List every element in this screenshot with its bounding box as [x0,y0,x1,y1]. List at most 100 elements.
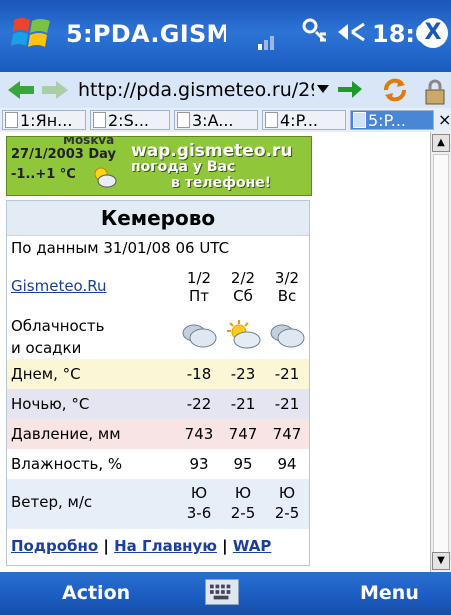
softkey-bar: Action Menu [0,572,451,615]
cell: 94 [277,455,297,473]
tab-5-active[interactable]: 5:P... [350,110,434,130]
tab-close-icon[interactable]: × [438,110,451,129]
scroll-thumb[interactable] [433,154,449,566]
go-arrow-icon[interactable] [336,78,364,102]
provider-link[interactable]: Gismeteo.Ru [11,277,107,295]
tab-label: 1:Ян... [20,111,73,130]
lock-icon[interactable] [420,78,450,106]
page-icon [353,112,366,128]
banner-line-3: в телефоне! [171,175,272,191]
tab-label: 4:P... [280,111,318,130]
tab-4[interactable]: 4:P... [262,110,346,130]
wind-direction: Ю [234,484,252,502]
cell: -21 [230,395,256,413]
home-link[interactable]: На Главную [114,537,217,555]
source-line: По данным 31/01/08 06 UTC [11,239,230,257]
url-field[interactable]: http://pda.gismeteo.ru/29( [78,76,314,104]
weather-panel: Кемерово По данным 31/01/08 06 UTC Gisme… [6,200,310,566]
back-arrow-icon[interactable] [6,78,36,102]
window-title: 5:PDA.GISMETE [66,20,226,48]
cell: Ю 2-5 [221,483,265,523]
clouds-row: Облачность и осадки [7,311,309,359]
cell: 93 [189,455,209,473]
day-2-header: 2/2 Сб [221,269,265,305]
browser-viewport: Moskva 27/1/2003 Day -1..+1 °C wap.gisme… [0,132,430,572]
day-date: 3/2 [274,269,300,287]
tab-label: 2:S... [108,111,149,130]
windows-start-icon[interactable] [10,12,54,56]
banner-date: 27/1/2003 Day [11,147,116,162]
menu-softkey[interactable]: Menu [360,582,419,604]
close-button[interactable]: X [418,18,448,48]
pressure-row: Давление, мм 743 747 747 [7,419,309,449]
wind-row: Ветер, м/с Ю 3-6 Ю 2-5 Ю 2-5 [7,479,309,529]
day-weekday: Пт [188,287,210,305]
day-weekday: Вс [277,287,297,305]
cell: 743 [184,425,214,443]
day-3-header: 3/2 Вс [265,269,309,305]
row-label: Давление, мм [11,425,121,443]
wind-speed: 2-5 [230,504,256,522]
day-date: 1/2 [186,269,212,287]
day-1-header: 1/2 Пт [177,269,221,305]
night-temp-row: Ночью, °С -22 -21 -21 [7,389,309,419]
vertical-scrollbar[interactable]: ▲ ▼ [430,132,451,572]
cell: 95 [233,455,253,473]
refresh-icon[interactable] [380,75,410,105]
wind-speed: 3-6 [186,504,212,522]
banner-temp: -1..+1 °C [11,167,76,182]
cell: -21 [274,365,300,383]
tab-bar: 1:Ян... 2:S... 3:A... 4:P... 5:P... × [0,108,451,133]
address-bar: http://pda.gismeteo.ru/29( [0,72,451,109]
tab-2[interactable]: 2:S... [90,110,170,130]
tab-label: 3:A... [192,111,234,130]
banner-line-2: погода у Вас [131,159,236,175]
connectivity-icon[interactable] [300,16,330,46]
clouds-label-line-2: и осадки [11,339,82,357]
link-separator: | [103,537,109,555]
cell: -23 [230,365,256,383]
action-softkey[interactable]: Action [62,582,130,604]
day-date: 2/2 [230,269,256,287]
banner-city: Moskva [63,136,115,147]
wind-speed: 2-5 [274,504,300,522]
clouds-label: Облачность и осадки [11,315,105,359]
forecast-header-row: Gismeteo.Ru 1/2 Пт 2/2 Сб 3/2 Вс [7,265,309,309]
sun-cloud-icon [94,167,117,188]
forward-arrow-icon[interactable] [40,78,70,102]
row-label: Днем, °С [11,365,81,383]
url-dropdown-icon[interactable] [316,82,330,96]
signal-icon [258,36,274,50]
page-icon [177,112,190,128]
page-icon [93,112,106,128]
row-label: Влажность, % [11,455,123,473]
page-icon [265,112,278,128]
cell: -22 [186,395,212,413]
city-title: Кемерово [7,201,309,236]
page-icon [5,112,18,128]
title-bar: 5:PDA.GISMETE 18:06 X [0,0,451,72]
tab-1[interactable]: 1:Ян... [2,110,86,130]
scroll-down-icon[interactable]: ▼ [432,552,450,570]
volume-icon[interactable] [334,18,368,46]
cell: 747 [272,425,302,443]
scroll-up-icon[interactable]: ▲ [432,134,450,152]
cloudy-icon [270,324,305,348]
day-temp-row: Днем, °С -18 -23 -21 [7,359,309,389]
ad-banner[interactable]: Moskva 27/1/2003 Day -1..+1 °C wap.gisme… [6,136,312,196]
banner-site: wap.gismeteo.ru [131,141,293,161]
cell: 747 [228,425,258,443]
row-label: Ветер, м/с [11,493,93,511]
clouds-label-line-1: Облачность [11,317,105,335]
cell: Ю 2-5 [265,483,309,523]
cell: -18 [186,365,212,383]
sun-cloud-icon [227,320,261,349]
day-weekday: Сб [233,287,253,305]
tab-3[interactable]: 3:A... [174,110,258,130]
cell: -21 [274,395,300,413]
details-link[interactable]: Подробно [11,537,98,555]
keyboard-icon[interactable] [205,579,239,605]
wap-link[interactable]: WAP [233,537,271,555]
wind-direction: Ю [190,484,208,502]
humidity-row: Влажность, % 93 95 94 [7,449,309,479]
